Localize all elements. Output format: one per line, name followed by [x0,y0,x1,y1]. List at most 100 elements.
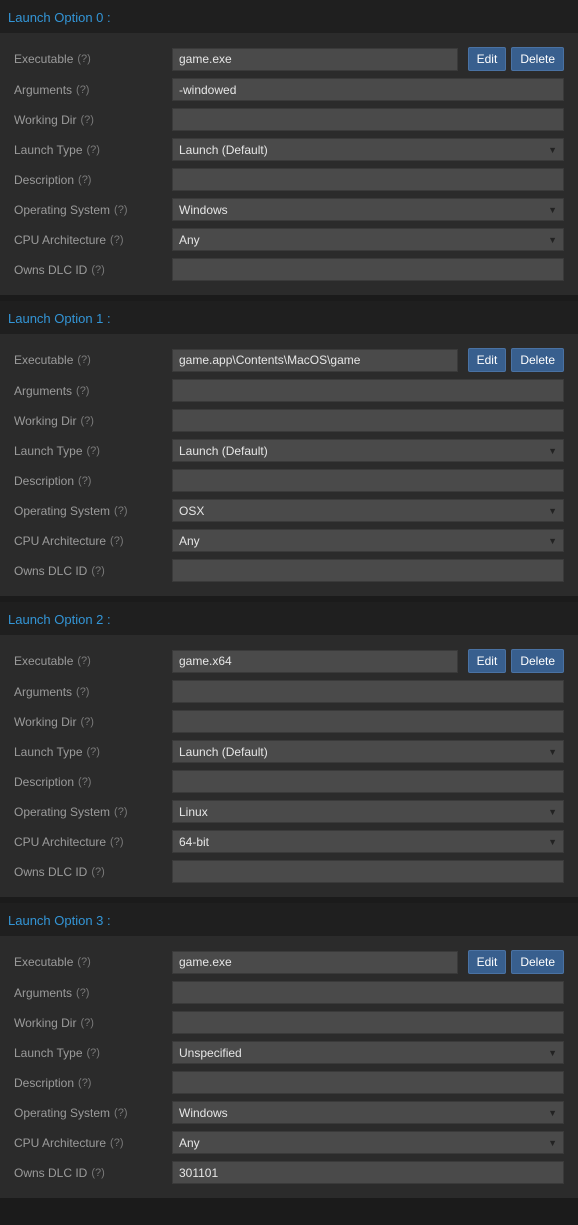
working_dir-field[interactable] [172,710,564,733]
help-icon[interactable]: (?) [114,806,127,818]
arguments-field[interactable]: -windowed [172,78,564,101]
help-icon[interactable]: (?) [87,144,100,156]
executable-label: Executable (?) [14,955,172,969]
cpu-label: CPU Architecture (?) [14,1136,172,1150]
help-icon[interactable]: (?) [78,475,91,487]
help-icon[interactable]: (?) [76,84,89,96]
working_dir-label: Working Dir (?) [14,113,172,127]
help-icon[interactable]: (?) [110,234,123,246]
delete-button[interactable]: Delete [511,649,564,673]
working_dir-field[interactable] [172,409,564,432]
help-icon[interactable]: (?) [78,776,91,788]
help-icon[interactable]: (?) [78,1077,91,1089]
os-field[interactable]: OSX [172,499,564,522]
help-icon[interactable]: (?) [76,686,89,698]
launch_type-label: Launch Type (?) [14,444,172,458]
cpu-field[interactable]: Any [172,1131,564,1154]
working_dir-label: Working Dir (?) [14,414,172,428]
working_dir-label: Working Dir (?) [14,715,172,729]
executable-label: Executable (?) [14,353,172,367]
executable-field[interactable]: game.exe [172,951,458,974]
help-icon[interactable]: (?) [80,114,93,126]
cpu-field[interactable]: Any [172,529,564,552]
description-field[interactable] [172,1071,564,1094]
working_dir-field[interactable] [172,1011,564,1034]
launch-option-section: Launch Option 3 : Executable (?) game.ex… [0,903,578,1198]
owns_dlc-label: Owns DLC ID (?) [14,865,172,879]
arguments-label: Arguments (?) [14,986,172,1000]
help-icon[interactable]: (?) [76,987,89,999]
os-field[interactable]: Linux [172,800,564,823]
launch_type-label: Launch Type (?) [14,1046,172,1060]
owns_dlc-field[interactable] [172,258,564,281]
section-title: Launch Option 2 : [0,602,578,635]
delete-button[interactable]: Delete [511,950,564,974]
owns_dlc-field[interactable]: 301101 [172,1161,564,1184]
executable-field[interactable]: game.exe [172,48,458,71]
description-field[interactable] [172,770,564,793]
help-icon[interactable]: (?) [80,1017,93,1029]
help-icon[interactable]: (?) [77,354,90,366]
cpu-label: CPU Architecture (?) [14,233,172,247]
help-icon[interactable]: (?) [77,956,90,968]
os-label: Operating System (?) [14,805,172,819]
help-icon[interactable]: (?) [87,746,100,758]
help-icon[interactable]: (?) [80,415,93,427]
delete-button[interactable]: Delete [511,348,564,372]
help-icon[interactable]: (?) [91,565,104,577]
section-title: Launch Option 3 : [0,903,578,936]
owns_dlc-field[interactable] [172,559,564,582]
edit-button[interactable]: Edit [468,649,507,673]
cpu-field[interactable]: 64-bit [172,830,564,853]
delete-button[interactable]: Delete [511,47,564,71]
owns_dlc-field[interactable] [172,860,564,883]
arguments-field[interactable] [172,981,564,1004]
help-icon[interactable]: (?) [114,204,127,216]
launch_type-field[interactable]: Launch (Default) [172,138,564,161]
arguments-field[interactable] [172,680,564,703]
help-icon[interactable]: (?) [87,445,100,457]
launch_type-label: Launch Type (?) [14,745,172,759]
executable-field[interactable]: game.x64 [172,650,458,673]
launch-option-section: Launch Option 2 : Executable (?) game.x6… [0,602,578,897]
description-field[interactable] [172,168,564,191]
launch_type-field[interactable]: Unspecified [172,1041,564,1064]
edit-button[interactable]: Edit [468,950,507,974]
help-icon[interactable]: (?) [78,174,91,186]
help-icon[interactable]: (?) [91,264,104,276]
os-label: Operating System (?) [14,1106,172,1120]
executable-field[interactable]: game.app\Contents\MacOS\game [172,349,458,372]
launch_type-field[interactable]: Launch (Default) [172,740,564,763]
cpu-field[interactable]: Any [172,228,564,251]
launch_type-label: Launch Type (?) [14,143,172,157]
working_dir-field[interactable] [172,108,564,131]
description-field[interactable] [172,469,564,492]
edit-button[interactable]: Edit [468,348,507,372]
launch-option-section: Launch Option 0 : Executable (?) game.ex… [0,0,578,295]
help-icon[interactable]: (?) [114,1107,127,1119]
help-icon[interactable]: (?) [110,836,123,848]
help-icon[interactable]: (?) [77,53,90,65]
owns_dlc-label: Owns DLC ID (?) [14,263,172,277]
executable-label: Executable (?) [14,52,172,66]
os-field[interactable]: Windows [172,1101,564,1124]
section-title: Launch Option 0 : [0,0,578,33]
help-icon[interactable]: (?) [77,655,90,667]
arguments-label: Arguments (?) [14,384,172,398]
launch-option-section: Launch Option 1 : Executable (?) game.ap… [0,301,578,596]
launch_type-field[interactable]: Launch (Default) [172,439,564,462]
os-field[interactable]: Windows [172,198,564,221]
help-icon[interactable]: (?) [91,866,104,878]
help-icon[interactable]: (?) [114,505,127,517]
edit-button[interactable]: Edit [468,47,507,71]
owns_dlc-label: Owns DLC ID (?) [14,1166,172,1180]
arguments-field[interactable] [172,379,564,402]
help-icon[interactable]: (?) [87,1047,100,1059]
help-icon[interactable]: (?) [80,716,93,728]
cpu-label: CPU Architecture (?) [14,835,172,849]
help-icon[interactable]: (?) [76,385,89,397]
help-icon[interactable]: (?) [110,1137,123,1149]
owns_dlc-label: Owns DLC ID (?) [14,564,172,578]
help-icon[interactable]: (?) [91,1167,104,1179]
help-icon[interactable]: (?) [110,535,123,547]
